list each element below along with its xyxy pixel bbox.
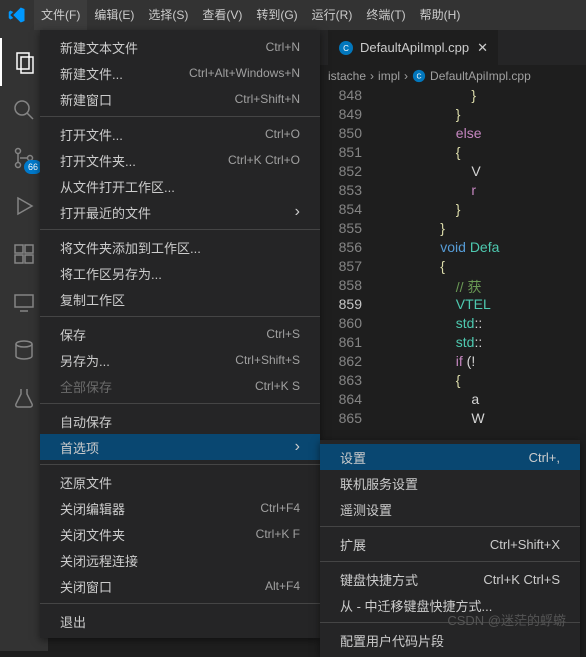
svg-text:C: C [343,44,349,53]
menu-open-file[interactable]: 打开文件...Ctrl+O [40,121,320,147]
code-line[interactable]: 860 std:: [328,315,586,334]
menu-edit[interactable]: 编辑(E) [87,0,141,30]
submenu-keyboard-shortcuts[interactable]: 键盘快捷方式Ctrl+K Ctrl+S [320,566,580,592]
menu-duplicate-workspace[interactable]: 复制工作区 [40,286,320,312]
submenu-settings[interactable]: 设置Ctrl+, [320,444,580,470]
code-line[interactable]: 865 W [328,410,586,429]
code-line[interactable]: 859 VTEL [328,296,586,315]
code-line[interactable]: 850 else [328,125,586,144]
cpp-file-icon: C [338,40,354,56]
menu-new-text-file[interactable]: 新建文本文件Ctrl+N [40,34,320,60]
submenu-online-services[interactable]: 联机服务设置 [320,470,580,496]
cpp-file-icon: C [412,69,426,83]
code-line[interactable]: 856 void Defa [328,239,586,258]
code-line[interactable]: 857 { [328,258,586,277]
submenu-extensions[interactable]: 扩展Ctrl+Shift+X [320,531,580,557]
menu-close-folder[interactable]: 关闭文件夹Ctrl+K F [40,521,320,547]
menu-view[interactable]: 查看(V) [195,0,249,30]
menu-close-editor[interactable]: 关闭编辑器Ctrl+F4 [40,495,320,521]
code-line[interactable]: 863 { [328,372,586,391]
close-icon[interactable]: ✕ [477,40,488,56]
menu-run[interactable]: 运行(R) [305,0,360,30]
menu-new-window[interactable]: 新建窗口Ctrl+Shift+N [40,86,320,112]
code-line[interactable]: 855 } [328,220,586,239]
vscode-logo-icon [8,6,26,24]
menu-open-recent[interactable]: 打开最近的文件 [40,199,320,225]
menu-goto[interactable]: 转到(G) [249,0,304,30]
code-line[interactable]: 862 if (! [328,353,586,372]
menu-open-workspace[interactable]: 从文件打开工作区... [40,173,320,199]
menu-exit[interactable]: 退出 [40,608,320,634]
code-line[interactable]: 864 a [328,391,586,410]
menu-save-workspace-as[interactable]: 将工作区另存为... [40,260,320,286]
svg-text:C: C [417,74,422,81]
code-line[interactable]: 848 } [328,87,586,106]
menu-save-all[interactable]: 全部保存Ctrl+K S [40,373,320,399]
code-line[interactable]: 858 // 获 [328,277,586,296]
code-line[interactable]: 851 { [328,144,586,163]
tab-file[interactable]: C DefaultApiImpl.cpp ✕ [328,30,499,65]
menu-auto-save[interactable]: 自动保存 [40,408,320,434]
code-line[interactable]: 854 } [328,201,586,220]
code-line[interactable]: 853 r [328,182,586,201]
menu-close-window[interactable]: 关闭窗口Alt+F4 [40,573,320,599]
tab-label: DefaultApiImpl.cpp [360,40,469,55]
watermark: CSDN @迷茫的蜉蝣 [447,610,566,629]
submenu-configure-snippets[interactable]: 配置用户代码片段 [320,627,580,653]
menu-help[interactable]: 帮助(H) [413,0,468,30]
menu-save-as[interactable]: 另存为...Ctrl+Shift+S [40,347,320,373]
code-line[interactable]: 861 std:: [328,334,586,353]
menu-preferences[interactable]: 首选项 [40,434,320,460]
code-line[interactable]: 852 V [328,163,586,182]
submenu-telemetry[interactable]: 遥测设置 [320,496,580,522]
menu-close-remote[interactable]: 关闭远程连接 [40,547,320,573]
code-line[interactable]: 849 } [328,106,586,125]
menu-terminal[interactable]: 终端(T) [359,0,412,30]
menu-selection[interactable]: 选择(S) [141,0,195,30]
menu-open-folder[interactable]: 打开文件夹...Ctrl+K Ctrl+O [40,147,320,173]
menu-file[interactable]: 文件(F) [34,0,87,30]
menu-bar: 文件(F) 编辑(E) 选择(S) 查看(V) 转到(G) 运行(R) 终端(T… [0,0,586,30]
menu-save[interactable]: 保存Ctrl+S [40,321,320,347]
menu-revert-file[interactable]: 还原文件 [40,469,320,495]
menu-add-folder[interactable]: 将文件夹添加到工作区... [40,234,320,260]
file-menu-dropdown: 新建文本文件Ctrl+N 新建文件...Ctrl+Alt+Windows+N 新… [40,30,320,638]
menu-new-file[interactable]: 新建文件...Ctrl+Alt+Windows+N [40,60,320,86]
